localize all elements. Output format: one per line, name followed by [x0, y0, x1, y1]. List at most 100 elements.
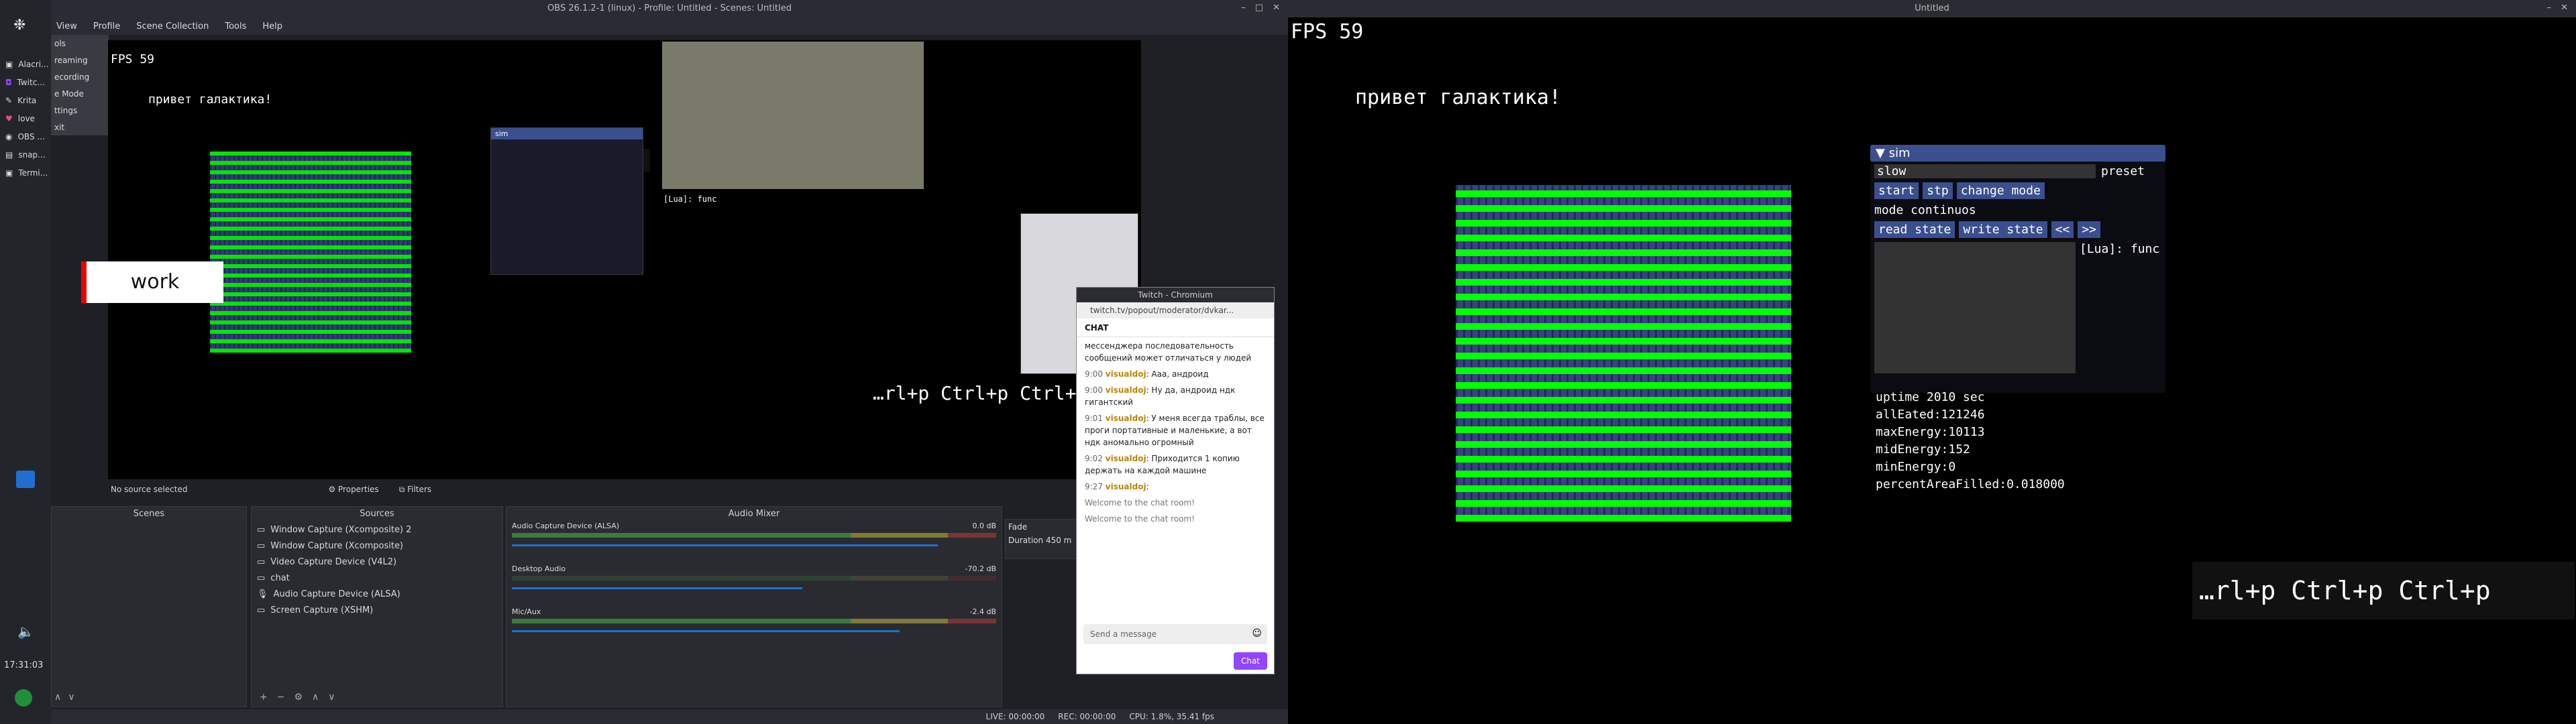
sim-panel-preview: sim — [490, 127, 643, 275]
source-item[interactable]: ▭ chat — [252, 570, 502, 586]
gear-icon[interactable]: ⚙ — [294, 692, 303, 703]
properties-button[interactable]: ⚙ Properties — [328, 485, 378, 494]
preview-greeting: привет галактика! — [148, 93, 272, 107]
ctrl-tools[interactable]: ols — [52, 36, 108, 52]
chat-input[interactable]: Send a message ☺ — [1083, 624, 1267, 644]
sources-dock: Sources ▭ Window Capture (Xcomposite) 2 ▭… — [251, 506, 503, 707]
rewind-button[interactable]: << — [2051, 221, 2074, 238]
source-item[interactable]: ▭ Window Capture (Xcomposite) 2 — [252, 522, 502, 538]
close-icon[interactable]: ✕ — [1273, 3, 1280, 13]
duration-value[interactable]: 450 m — [1046, 536, 1071, 545]
emoji-icon[interactable]: ☺ — [1252, 628, 1262, 639]
ctrl-settings[interactable]: ttings — [52, 103, 108, 119]
source-toolbar: No source selected ⚙ Properties ⧉ Filter… — [108, 480, 1141, 499]
menubar: View Profile Scene Collection Tools Help — [51, 17, 1288, 35]
dock-item-snap[interactable]: ▤ snap... — [0, 145, 51, 164]
duration-label: Duration — [1008, 536, 1044, 545]
lua-label: [Lua]: func — [2080, 242, 2160, 256]
twitch-icon: ◘ — [5, 77, 12, 87]
lua-textarea[interactable] — [1874, 242, 2076, 373]
minimize-icon[interactable]: – — [2547, 3, 2552, 13]
read-state-button[interactable]: read state — [1874, 221, 1955, 238]
chat-send-button[interactable]: Chat — [1234, 652, 1267, 670]
add-icon[interactable]: ∧ — [54, 692, 61, 703]
chat-messages: мессенджера последовательность сообщений… — [1077, 337, 1274, 528]
cpu-status: CPU: 1.8%, 35.41 fps — [1129, 712, 1214, 721]
stop-button[interactable]: stp — [1923, 182, 1953, 199]
volume-icon[interactable]: 🔈 — [17, 623, 34, 640]
shortcut-overlay: …rl+p Ctrl+p Ctrl+p — [2192, 562, 2575, 619]
volume-meter — [512, 619, 996, 623]
statusbar: LIVE: 00:00:00 REC: 00:00:00 CPU: 1.8%, … — [51, 709, 1288, 724]
obs-titlebar: OBS 26.1.2-1 (linux) - Profile: Untitled… — [51, 0, 1288, 17]
chevron-down-icon[interactable]: ▼ — [1876, 146, 1885, 160]
change-mode-button[interactable]: change mode — [1956, 182, 2045, 199]
window-icon: ▭ — [257, 540, 266, 551]
live-status: LIVE: 00:00:00 — [985, 712, 1045, 721]
write-state-button[interactable]: write state — [1959, 221, 2047, 238]
chat-welcome: Welcome to the chat room! — [1085, 514, 1195, 524]
mode-label: mode continuos — [1874, 203, 1976, 217]
speed-select[interactable]: slow — [1874, 164, 2096, 178]
monitor-icon: ▭ — [257, 605, 266, 615]
sim-window-title: Untitled — [1915, 3, 1949, 13]
window-icon: ▭ — [257, 524, 266, 535]
sim-grid — [1456, 185, 1791, 522]
ctrl-studio-mode[interactable]: e Mode — [52, 86, 108, 103]
move-down-button[interactable]: ∨ — [328, 692, 335, 703]
chat-message: мессенджера последовательность сообщений… — [1085, 341, 1252, 363]
preview-canvas: FPS 59 привет галактика! work work sim [… — [81, 40, 1141, 479]
controls-overlay: ols reaming ecording e Mode ttings xit — [51, 35, 109, 135]
mixer-channel-db: -2.4 dB — [969, 607, 997, 616]
maximize-icon[interactable]: □ — [1255, 3, 1263, 13]
source-item[interactable]: ▭ Window Capture (Xcomposite) — [252, 538, 502, 554]
volume-slider[interactable] — [512, 544, 938, 546]
dock-item-terminal[interactable]: ▣ Termi... — [0, 164, 51, 182]
menu-tools[interactable]: Tools — [225, 21, 246, 32]
close-icon[interactable]: ✕ — [2561, 3, 2568, 13]
ctrl-exit[interactable]: xit — [52, 119, 108, 136]
ctrl-recording[interactable]: ecording — [52, 69, 108, 86]
remove-source-button[interactable]: − — [277, 692, 285, 703]
volume-slider[interactable] — [512, 630, 900, 632]
add-source-button[interactable]: + — [260, 692, 268, 703]
preview-area[interactable]: FPS 59 привет галактика! work work sim [… — [81, 40, 1141, 479]
menu-help[interactable]: Help — [262, 21, 282, 32]
dock-item-twitch[interactable]: ◘ Twitc... — [0, 73, 51, 91]
sim-panel: ▼ sim slow preset start stp change mode m… — [1870, 145, 2165, 393]
krita-icon: ✎ — [5, 95, 13, 105]
power-icon[interactable] — [15, 689, 32, 707]
sim-shortcut: …rl+p Ctrl+p Ctrl+p — [2199, 576, 2491, 605]
ctrl-streaming[interactable]: reaming — [52, 52, 108, 69]
chat-message: 9:00 visualdoj: Ну да, андроид ндк гиган… — [1085, 385, 1236, 407]
source-item[interactable]: ▭ Screen Capture (XSHM) — [252, 602, 502, 618]
dock-item-love[interactable]: ♥ love — [0, 109, 51, 127]
chat-message: 9:27 visualdoj: — [1085, 482, 1149, 491]
audio-mixer-dock: Audio Mixer Audio Capture Device (ALSA) 0… — [506, 506, 1002, 707]
menu-view[interactable]: View — [56, 21, 77, 32]
start-button[interactable]: start — [1874, 182, 1919, 199]
menu-profile[interactable]: Profile — [93, 21, 120, 32]
volume-slider[interactable] — [512, 587, 803, 589]
filters-button[interactable]: ⧉ Filters — [399, 485, 431, 495]
sources-header: Sources — [252, 507, 502, 522]
obs-icon: ◉ — [5, 131, 13, 141]
mixer-channel-db: 0.0 dB — [972, 522, 996, 530]
source-item[interactable]: ▭ Video Capture Device (V4L2) — [252, 554, 502, 570]
chat-icon[interactable] — [16, 471, 35, 488]
move-up-button[interactable]: ∧ — [312, 692, 319, 703]
chevron-down-icon[interactable]: ∨ — [68, 692, 74, 703]
dock-item-obs[interactable]: ◉ OBS ... — [0, 127, 51, 145]
forward-button[interactable]: >> — [2078, 221, 2100, 238]
chat-header: CHAT — [1077, 318, 1274, 337]
source-item[interactable]: 🎙 Audio Capture Device (ALSA) — [252, 586, 502, 602]
dock-item-alacritty[interactable]: ▣ Alacri... — [0, 55, 51, 73]
minimize-icon[interactable]: – — [1241, 3, 1246, 13]
work-badge-text: work — [130, 270, 180, 294]
folder-icon: ▤ — [5, 149, 13, 160]
twitch-chat-window: Twitch - Chromium twitch.tv/popout/moder… — [1076, 287, 1275, 674]
menu-scene-collection[interactable]: Scene Collection — [136, 21, 209, 32]
dock-item-krita[interactable]: ✎ Krita — [0, 91, 51, 109]
preview-fps: FPS 59 — [111, 52, 155, 66]
app-menu-icon[interactable]: ❉ — [13, 17, 25, 34]
